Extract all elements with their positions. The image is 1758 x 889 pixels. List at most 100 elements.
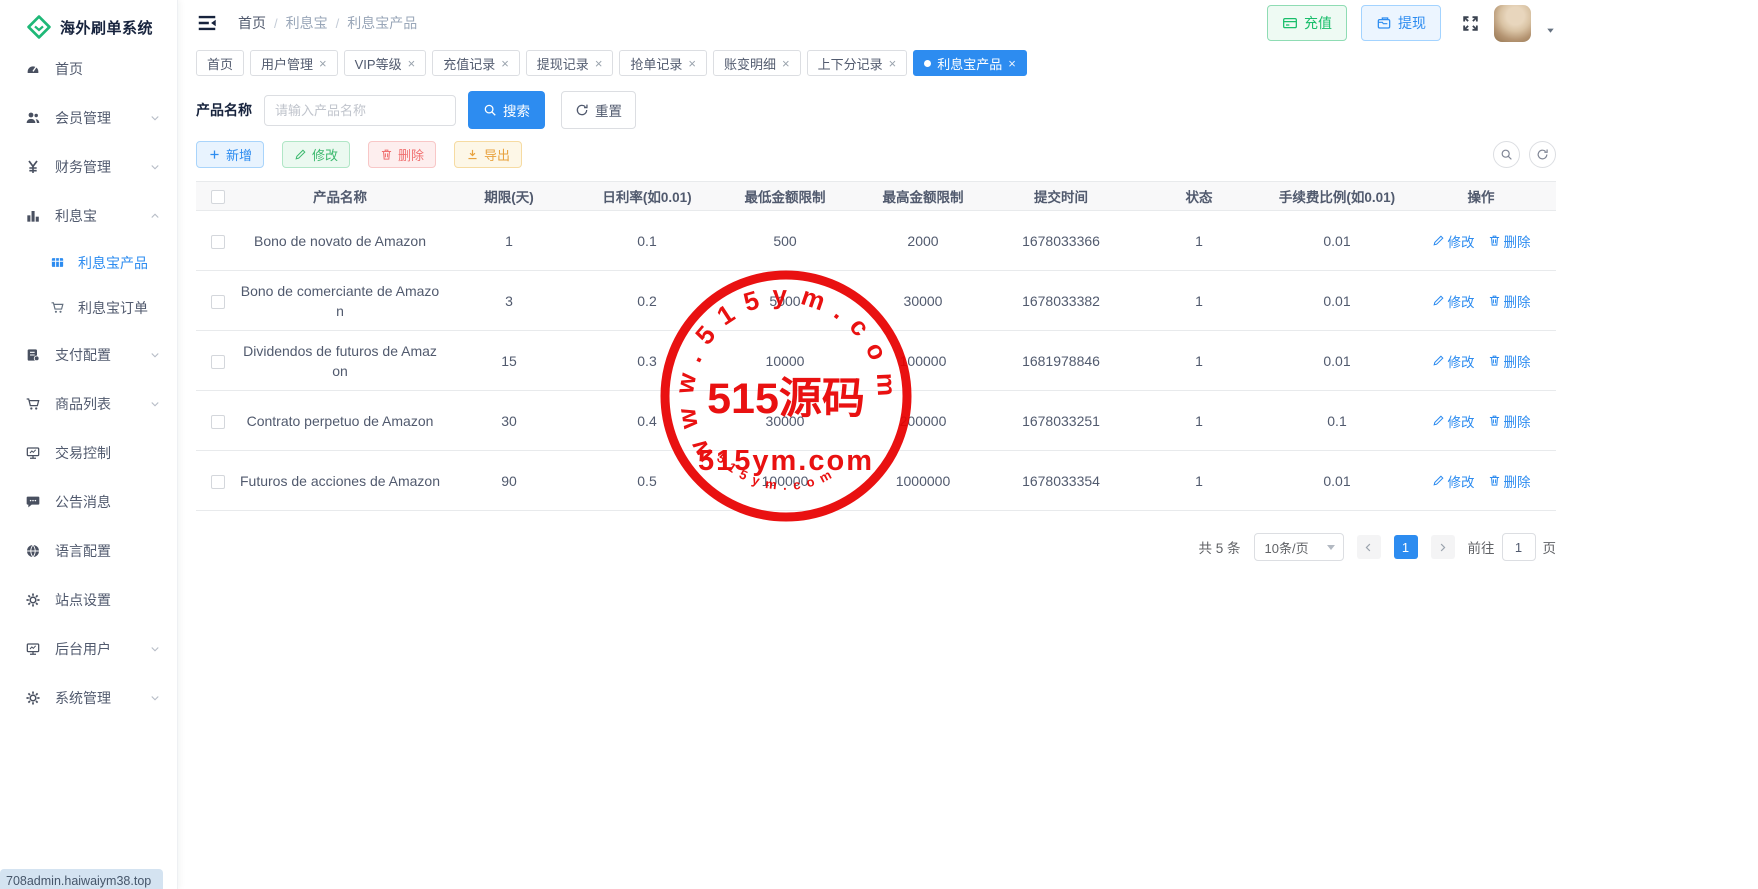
cell-status: 1 bbox=[1130, 233, 1268, 249]
toggle-search-button[interactable] bbox=[1493, 141, 1520, 168]
tab-close-icon[interactable]: × bbox=[688, 57, 696, 70]
table-row: Bono de comerciante de Amazon 3 0.2 5000… bbox=[196, 271, 1556, 331]
breadcrumb-home[interactable]: 首页 bbox=[238, 13, 266, 33]
logo[interactable]: 海外刷单系统 bbox=[0, 0, 177, 44]
refresh-table-button[interactable] bbox=[1529, 141, 1556, 168]
chevron-up-icon bbox=[149, 210, 161, 222]
cell-min: 30000 bbox=[716, 413, 854, 429]
row-edit-link[interactable]: 修改 bbox=[1432, 351, 1475, 371]
tab-user-management[interactable]: 用户管理 × bbox=[250, 50, 338, 76]
tab-close-icon[interactable]: × bbox=[501, 57, 509, 70]
next-page-button[interactable] bbox=[1431, 535, 1455, 559]
sidebar-item-announcements[interactable]: 公告消息 bbox=[0, 477, 177, 526]
breadcrumb-lixibao[interactable]: 利息宝 bbox=[286, 13, 328, 33]
cart-icon bbox=[25, 396, 41, 412]
sidebar-item-site-settings[interactable]: 站点设置 bbox=[0, 575, 177, 624]
add-button[interactable]: 新增 bbox=[196, 141, 264, 168]
cell-max: 200000 bbox=[854, 413, 992, 429]
plus-icon bbox=[208, 148, 221, 161]
tab-withdraw-records[interactable]: 提现记录 × bbox=[526, 50, 614, 76]
caret-down-icon[interactable] bbox=[1545, 25, 1556, 36]
current-page-button[interactable]: 1 bbox=[1394, 535, 1418, 559]
gauge-icon bbox=[25, 61, 41, 77]
row-delete-link[interactable]: 删除 bbox=[1488, 411, 1531, 431]
sidebar-item-members[interactable]: 会员管理 bbox=[0, 93, 177, 142]
avatar[interactable] bbox=[1494, 5, 1531, 42]
sidebar-item-admin-users[interactable]: 后台用户 bbox=[0, 624, 177, 673]
recharge-button[interactable]: 充值 bbox=[1267, 5, 1347, 41]
sidebar-item-label: 交易控制 bbox=[55, 443, 111, 463]
tab-recharge-records[interactable]: 充值记录 × bbox=[432, 50, 520, 76]
tab-balance-details[interactable]: 账变明细 × bbox=[713, 50, 801, 76]
sidebar-item-trade-control[interactable]: 交易控制 bbox=[0, 428, 177, 477]
row-checkbox[interactable] bbox=[211, 235, 225, 249]
sidebar-item-lixibao-orders[interactable]: 利息宝订单 bbox=[0, 285, 177, 330]
tab-grab-records[interactable]: 抢单记录 × bbox=[619, 50, 707, 76]
withdraw-button[interactable]: 提现 bbox=[1361, 5, 1441, 41]
row-delete-link[interactable]: 删除 bbox=[1488, 231, 1531, 251]
sidebar-item-language-config[interactable]: 语言配置 bbox=[0, 526, 177, 575]
diamond-logo-icon bbox=[26, 14, 52, 40]
search-button[interactable]: 搜索 bbox=[468, 91, 545, 129]
cell-rate: 0.5 bbox=[578, 473, 716, 489]
chevron-right-icon bbox=[1437, 542, 1448, 553]
row-edit-link[interactable]: 修改 bbox=[1432, 411, 1475, 431]
edit-button-label: 修改 bbox=[312, 145, 338, 164]
table-row: Bono de novato de Amazon 1 0.1 500 2000 … bbox=[196, 211, 1556, 271]
row-edit-link[interactable]: 修改 bbox=[1432, 291, 1475, 311]
cell-status: 1 bbox=[1130, 353, 1268, 369]
tab-close-icon[interactable]: × bbox=[595, 57, 603, 70]
product-name-input[interactable] bbox=[264, 95, 456, 126]
page-size-select[interactable]: 10条/页 bbox=[1254, 533, 1344, 561]
cell-max: 100000 bbox=[854, 353, 992, 369]
edit-button[interactable]: 修改 bbox=[282, 141, 350, 168]
app-root: 海外刷单系统 首页 会员管理 财务管理 利息宝 bbox=[0, 0, 1758, 889]
cell-rate: 0.4 bbox=[578, 413, 716, 429]
tab-home[interactable]: 首页 bbox=[196, 50, 244, 76]
goto-page-input[interactable] bbox=[1502, 533, 1536, 561]
tab-updown-records[interactable]: 上下分记录 × bbox=[807, 50, 908, 76]
row-delete-link[interactable]: 删除 bbox=[1488, 291, 1531, 311]
cell-term: 3 bbox=[440, 293, 578, 309]
tab-close-icon[interactable]: × bbox=[782, 57, 790, 70]
row-checkbox[interactable] bbox=[211, 475, 225, 489]
tab-close-icon[interactable]: × bbox=[889, 57, 897, 70]
cell-rate: 0.1 bbox=[578, 233, 716, 249]
cell-status: 1 bbox=[1130, 413, 1268, 429]
collapse-menu-icon[interactable] bbox=[196, 12, 218, 34]
refresh-icon bbox=[575, 103, 589, 117]
tab-close-icon[interactable]: × bbox=[408, 57, 416, 70]
export-button[interactable]: 导出 bbox=[454, 141, 522, 168]
tab-label: 首页 bbox=[207, 54, 233, 73]
row-delete-link[interactable]: 删除 bbox=[1488, 351, 1531, 371]
breadcrumb-current: 利息宝产品 bbox=[347, 13, 417, 33]
row-edit-link[interactable]: 修改 bbox=[1432, 471, 1475, 491]
tab-vip-level[interactable]: VIP等级 × bbox=[344, 50, 427, 76]
row-delete-link[interactable]: 删除 bbox=[1488, 471, 1531, 491]
caret-down-icon bbox=[1327, 545, 1335, 550]
main-content: 首页 / 利息宝 / 利息宝产品 充值 提现 bbox=[178, 0, 1758, 889]
row-checkbox[interactable] bbox=[211, 355, 225, 369]
fullscreen-icon[interactable] bbox=[1461, 14, 1480, 33]
sidebar-item-system-management[interactable]: 系统管理 bbox=[0, 673, 177, 722]
prev-page-button[interactable] bbox=[1357, 535, 1381, 559]
sidebar-item-product-list[interactable]: 商品列表 bbox=[0, 379, 177, 428]
row-checkbox[interactable] bbox=[211, 415, 225, 429]
sidebar-item-lixibao-products[interactable]: 利息宝产品 bbox=[0, 240, 177, 285]
search-button-label: 搜索 bbox=[503, 100, 530, 120]
reset-button[interactable]: 重置 bbox=[561, 91, 636, 129]
sidebar-item-finance[interactable]: 财务管理 bbox=[0, 142, 177, 191]
sidebar-item-payment-config[interactable]: 支付配置 bbox=[0, 330, 177, 379]
row-checkbox[interactable] bbox=[211, 295, 225, 309]
sidebar-item-lixibao[interactable]: 利息宝 bbox=[0, 191, 177, 240]
tab-close-icon[interactable]: × bbox=[1008, 57, 1016, 70]
tab-close-icon[interactable]: × bbox=[319, 57, 327, 70]
tab-lixibao-products[interactable]: 利息宝产品 × bbox=[913, 50, 1027, 76]
delete-button[interactable]: 删除 bbox=[368, 141, 436, 168]
select-all-checkbox[interactable] bbox=[211, 190, 225, 204]
sidebar-item-home[interactable]: 首页 bbox=[0, 44, 177, 93]
row-edit-link[interactable]: 修改 bbox=[1432, 231, 1475, 251]
goto-label: 前往 bbox=[1468, 537, 1495, 557]
sidebar-item-label: 支付配置 bbox=[55, 345, 111, 365]
chevron-down-icon bbox=[149, 643, 161, 655]
